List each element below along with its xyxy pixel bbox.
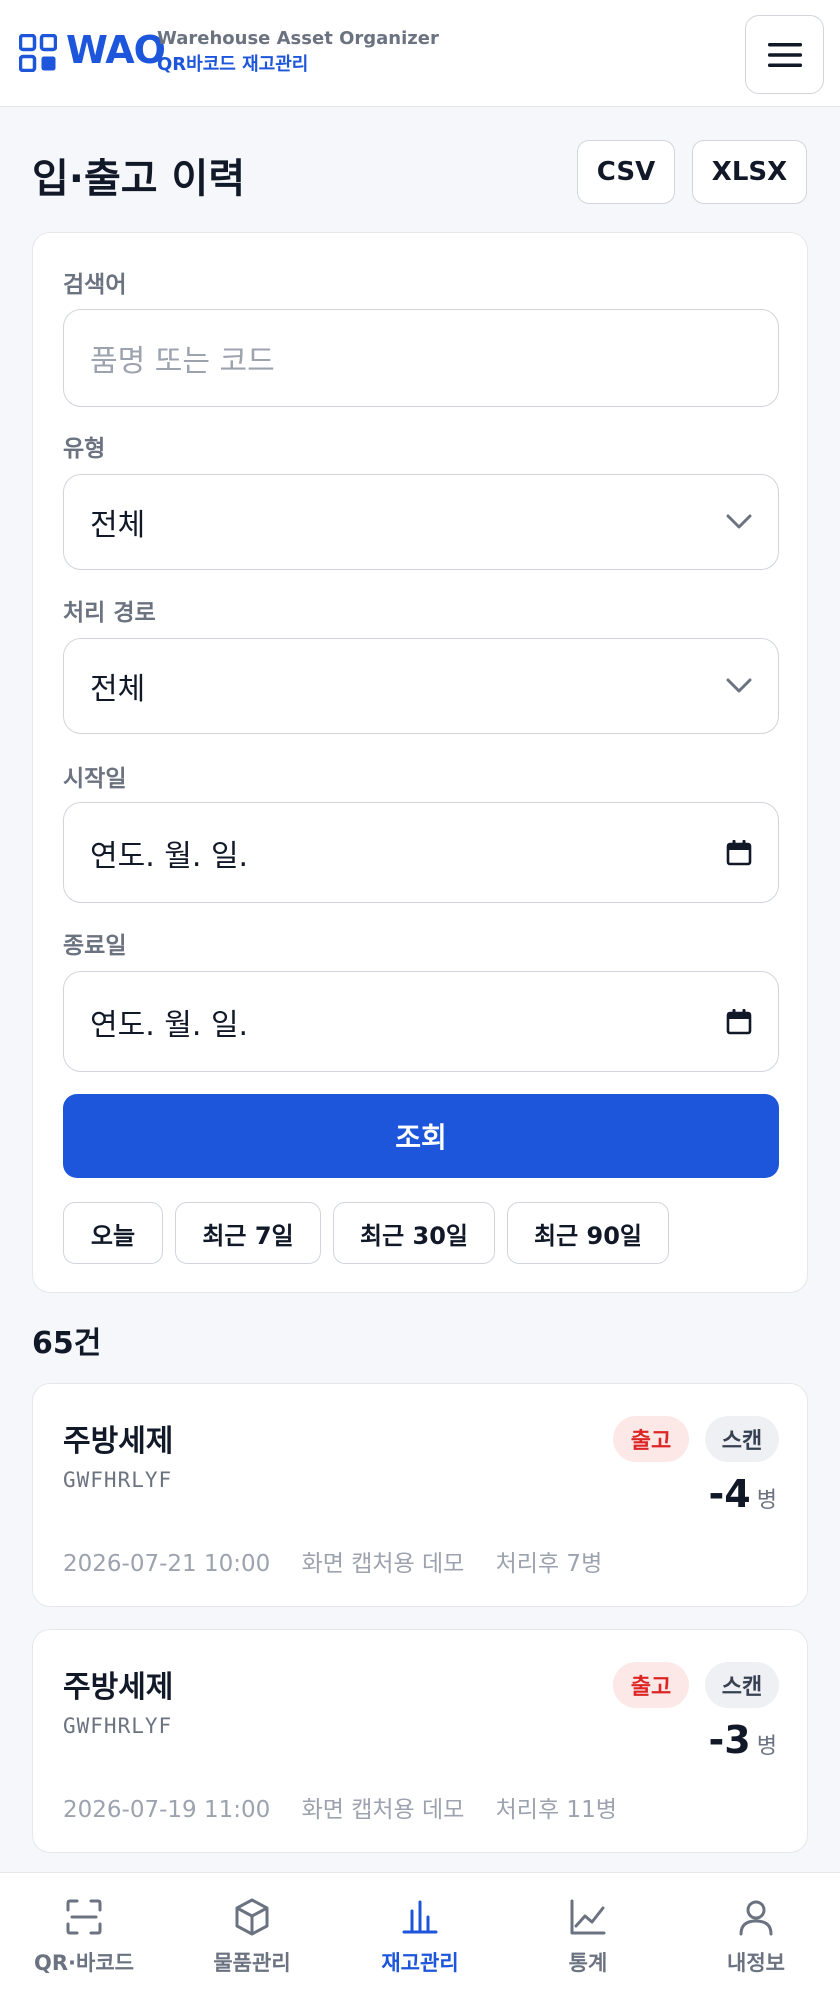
history-record[interactable]: 주방세제 GWFHRLYF 출고 스캔 -4 병 2026-07-21 10:0… [32, 1383, 808, 1607]
record-quantity: -4 병 [709, 1472, 777, 1516]
filter-card: 검색어 품명 또는 코드 유형 전체 처리 경로 전체 시작일 연도. 월. 일… [32, 232, 808, 1293]
logo-text[interactable]: WAO [66, 28, 166, 72]
search-label: 검색어 [63, 272, 127, 298]
type-select-value: 전체 [90, 508, 146, 543]
end-date-input[interactable]: 연도. 월. 일. [63, 971, 779, 1072]
calendar-icon[interactable] [726, 1008, 752, 1036]
record-item-name: 주방세제 [63, 1424, 174, 1459]
nav-label: 통계 [568, 1951, 608, 1975]
nav-item-inventory[interactable]: 재고관리 [336, 1873, 504, 2000]
start-date-label: 시작일 [63, 766, 127, 792]
history-record[interactable]: 주방세제 GWFHRLYF 출고 스캔 -3 병 2026-07-19 11:0… [32, 1629, 808, 1853]
search-placeholder: 품명 또는 코드 [90, 344, 275, 379]
record-quantity: -3 병 [709, 1718, 777, 1762]
record-after-stock: 처리후 11병 [495, 1797, 617, 1823]
chevron-down-icon [726, 678, 752, 693]
record-after-stock: 처리후 7병 [495, 1551, 603, 1577]
quantity-value: -3 [708, 1718, 751, 1762]
record-item-code: GWFHRLYF [63, 1714, 173, 1738]
nav-label: QR·바코드 [34, 1951, 134, 1975]
logo-subtitle: Warehouse Asset Organizer [157, 28, 439, 49]
start-date-value: 연도. 월. 일. [90, 838, 249, 874]
record-memo: 화면 캡처용 데모 [301, 1551, 465, 1577]
quick-range-90d[interactable]: 최근 90일 [507, 1202, 669, 1264]
quantity-value: -4 [708, 1472, 751, 1516]
quick-range-30d[interactable]: 최근 30일 [333, 1202, 495, 1264]
nav-label: 재고관리 [381, 1951, 459, 1975]
nav-label: 물품관리 [213, 1951, 291, 1975]
menu-button[interactable] [745, 15, 824, 94]
user-icon [739, 1900, 773, 1936]
end-date-value: 연도. 월. 일. [90, 1007, 249, 1043]
record-item-code: GWFHRLYF [63, 1468, 173, 1492]
type-select[interactable]: 전체 [63, 474, 779, 570]
start-date-input[interactable]: 연도. 월. 일. [63, 802, 779, 903]
bottom-nav: QR·바코드 물품관리 재고관리 통계 내정보 [0, 1872, 840, 2000]
logo-tagline: QR바코드 재고관리 [157, 54, 309, 75]
route-select[interactable]: 전체 [63, 638, 779, 734]
quick-range-7d[interactable]: 최근 7일 [175, 1202, 321, 1264]
record-meta: 2026-07-19 11:00 화면 캡처용 데모 처리후 11병 [63, 1790, 641, 1824]
app-header: WAO Warehouse Asset Organizer QR바코드 재고관리 [0, 0, 840, 107]
line-chart-icon [570, 1899, 606, 1935]
box-icon [235, 1898, 269, 1936]
export-xlsx-button[interactable]: XLSX [692, 140, 807, 204]
route-label: 처리 경로 [63, 600, 156, 626]
record-meta: 2026-07-21 10:00 화면 캡처용 데모 처리후 7병 [63, 1544, 626, 1578]
type-badge: 출고 [613, 1662, 689, 1708]
record-item-name: 주방세제 [63, 1670, 174, 1705]
record-memo: 화면 캡처용 데모 [301, 1797, 465, 1823]
route-badge: 스캔 [705, 1662, 779, 1708]
qr-logo-icon [19, 34, 57, 72]
search-button[interactable]: 조회 [63, 1094, 779, 1178]
result-count: 65건 [32, 1326, 102, 1361]
route-select-value: 전체 [90, 672, 146, 707]
export-csv-button[interactable]: CSV [577, 140, 675, 204]
nav-label: 내정보 [727, 1951, 785, 1975]
chevron-down-icon [726, 514, 752, 529]
route-badge: 스캔 [705, 1416, 779, 1462]
search-input[interactable]: 품명 또는 코드 [63, 309, 779, 407]
hamburger-icon [767, 42, 802, 67]
page-title: 입·출고 이력 [32, 156, 246, 202]
nav-item-profile[interactable]: 내정보 [672, 1873, 840, 2000]
record-datetime: 2026-07-21 10:00 [63, 1551, 271, 1577]
record-datetime: 2026-07-19 11:00 [63, 1797, 271, 1823]
scan-icon [66, 1899, 102, 1935]
bar-chart-icon [402, 1900, 438, 1934]
quantity-unit: 병 [756, 1488, 777, 1513]
nav-item-stats[interactable]: 통계 [504, 1873, 672, 2000]
quick-range-today[interactable]: 오늘 [63, 1202, 163, 1264]
type-badge: 출고 [613, 1416, 689, 1462]
nav-item-items[interactable]: 물품관리 [168, 1873, 336, 2000]
quantity-unit: 병 [756, 1734, 777, 1759]
calendar-icon[interactable] [726, 839, 752, 867]
nav-item-qr[interactable]: QR·바코드 [0, 1873, 168, 2000]
type-label: 유형 [63, 436, 106, 462]
end-date-label: 종료일 [63, 933, 127, 959]
